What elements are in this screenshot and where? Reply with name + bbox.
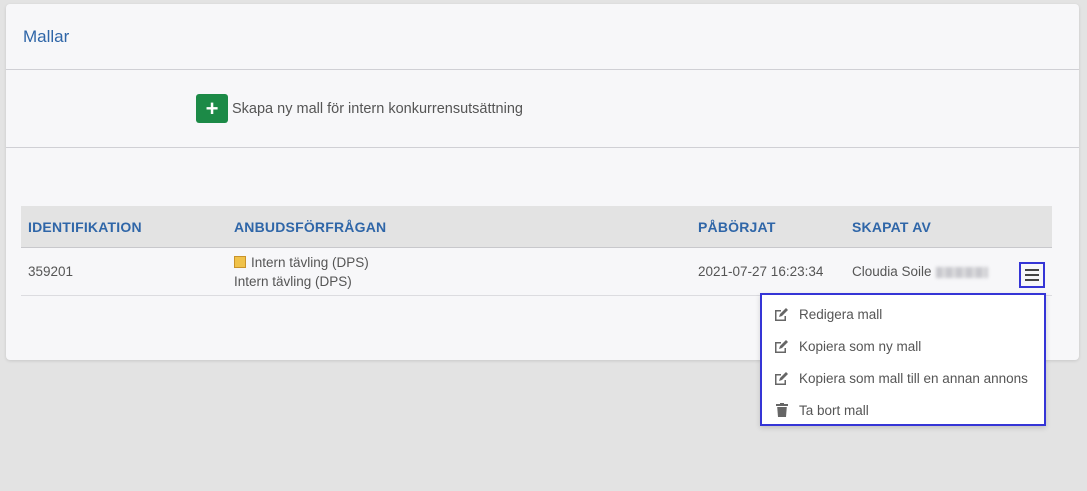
menu-item-label: Ta bort mall [799, 402, 869, 418]
edit-icon [774, 371, 789, 386]
edit-icon [774, 307, 789, 322]
plus-icon: + [196, 94, 228, 123]
menu-item-delete-template[interactable]: Ta bort mall [762, 394, 1044, 426]
create-template-label: Skapa ny mall för intern konkurrensutsät… [232, 100, 523, 117]
row-request-subtitle: Intern tävling (DPS) [234, 274, 352, 289]
menu-item-edit-template[interactable]: Redigera mall [762, 298, 1044, 330]
row-started: 2021-07-27 16:23:34 [698, 264, 824, 279]
menu-item-copy-to-other-ad[interactable]: Kopiera som mall till en annan annons [762, 362, 1044, 394]
row-actions-dropdown: Redigera mall Kopiera som ny mall Kopier… [760, 293, 1046, 426]
hamburger-icon [1025, 269, 1039, 281]
panel-header: Mallar [6, 4, 1079, 70]
redacted-surname [935, 266, 988, 278]
menu-item-copy-as-new[interactable]: Kopiera som ny mall [762, 330, 1044, 362]
row-request-title[interactable]: Intern tävling (DPS) [234, 255, 369, 270]
edit-icon [774, 339, 789, 354]
row-created-by: Cloudia Soile [852, 264, 988, 279]
templates-table: IDENTIFIKATION ANBUDSFÖRFRÅGAN PÅBÖRJAT … [21, 206, 1052, 296]
row-actions-menu-button[interactable] [1019, 262, 1045, 288]
request-title-text: Intern tävling (DPS) [251, 255, 369, 270]
panel-title: Mallar [23, 26, 70, 46]
create-row: + Skapa ny mall för intern konkurrensuts… [6, 70, 1079, 148]
create-template-button[interactable]: + Skapa ny mall för intern konkurrensuts… [196, 94, 523, 123]
header-identification[interactable]: IDENTIFIKATION [28, 219, 142, 235]
menu-item-label: Kopiera som mall till en annan annons [799, 370, 1028, 386]
created-by-name: Cloudia Soile [852, 264, 932, 279]
table-header: IDENTIFIKATION ANBUDSFÖRFRÅGAN PÅBÖRJAT … [21, 206, 1052, 248]
header-created-by[interactable]: SKAPAT AV [852, 219, 931, 235]
menu-item-label: Kopiera som ny mall [799, 338, 922, 354]
menu-item-label: Redigera mall [799, 306, 883, 322]
header-request[interactable]: ANBUDSFÖRFRÅGAN [234, 219, 386, 235]
table-row[interactable]: 359201 Intern tävling (DPS) Intern tävli… [21, 248, 1052, 296]
row-id: 359201 [28, 264, 74, 279]
document-icon [234, 256, 246, 269]
header-started[interactable]: PÅBÖRJAT [698, 219, 776, 235]
trash-icon [774, 403, 789, 418]
